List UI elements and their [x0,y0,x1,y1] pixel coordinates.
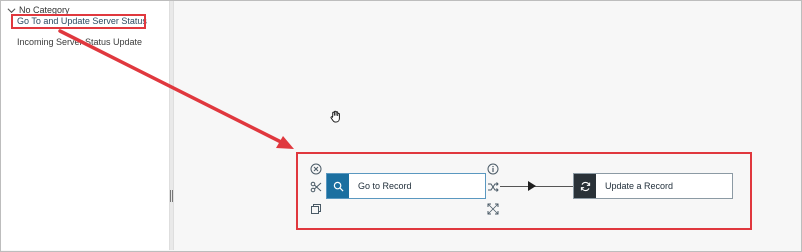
annotation-arrow [58,29,294,149]
